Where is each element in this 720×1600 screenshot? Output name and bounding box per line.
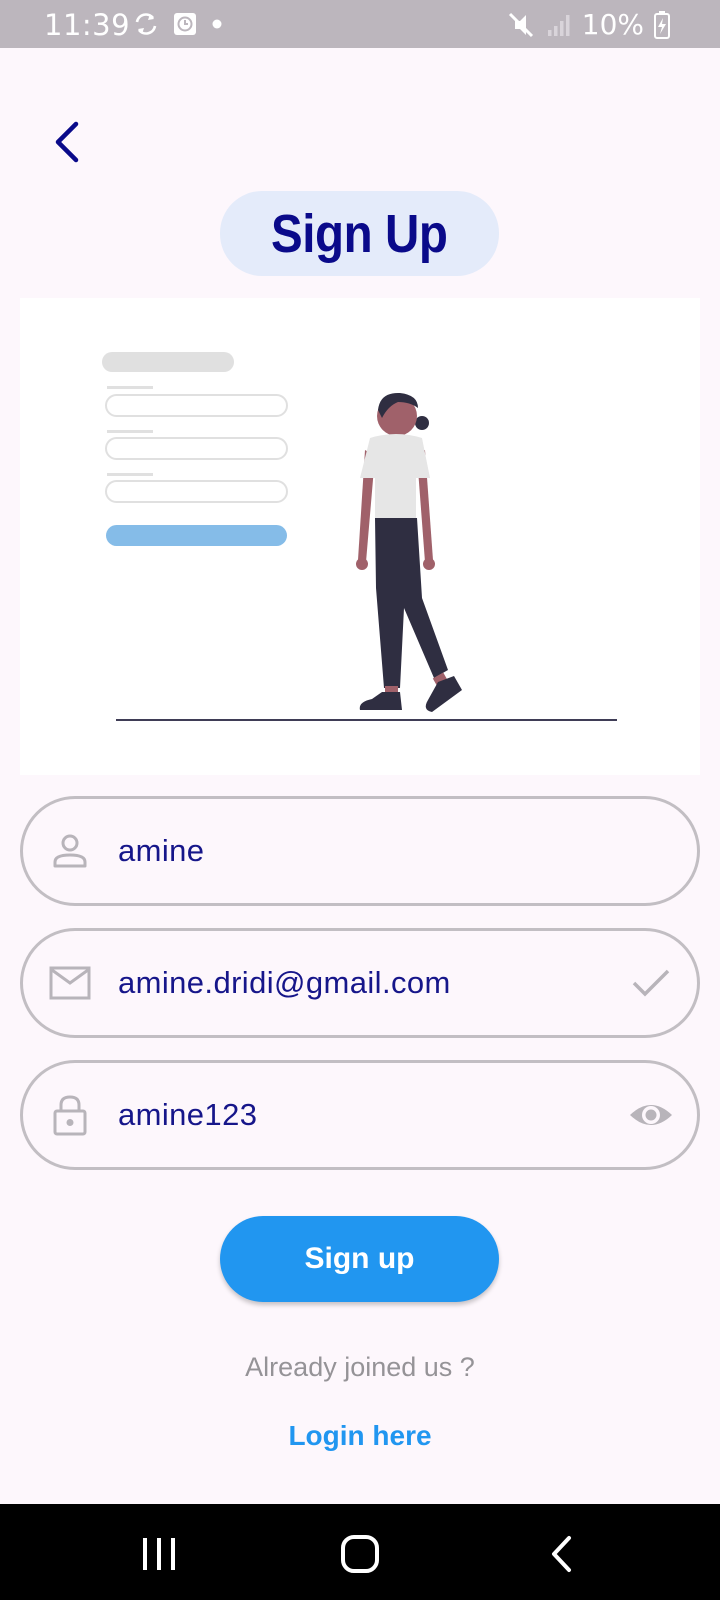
sync-icon [135, 13, 157, 35]
home-icon[interactable] [338, 1532, 382, 1576]
mute-icon [508, 12, 533, 37]
already-joined-text: Already joined us ? [245, 1352, 475, 1382]
login-link[interactable]: Login here [0, 1420, 720, 1452]
check-icon [632, 969, 670, 997]
signup-button[interactable]: Sign up [220, 1216, 499, 1302]
mail-icon [49, 966, 91, 1000]
password-field[interactable]: amine123 [20, 1060, 700, 1170]
chevron-left-icon [55, 121, 79, 163]
status-time: 11:39 [44, 8, 131, 42]
title-pill: Sign Up [220, 191, 499, 276]
lock-icon [53, 1095, 87, 1136]
signup-illustration [102, 352, 617, 721]
dot-icon [212, 19, 222, 29]
form-heading-bar [102, 352, 234, 372]
recent-apps-icon[interactable] [137, 1532, 181, 1576]
password-value: amine123 [118, 1097, 258, 1132]
battery-charging-icon [654, 10, 670, 39]
email-field[interactable]: amine.dridi@gmail.com [20, 928, 700, 1038]
person-figure [356, 392, 462, 712]
page-title: Sign Up [271, 203, 448, 264]
back-button[interactable] [48, 118, 88, 168]
status-right-icons: 10% [506, 8, 670, 41]
signal-icon [547, 14, 570, 36]
system-nav-bar [0, 1504, 720, 1600]
illustration-card [20, 298, 700, 775]
username-value: amine [118, 833, 205, 868]
person-icon [53, 834, 87, 868]
battery-percent: 10% [581, 8, 644, 41]
status-bar: 11:39 10% [0, 0, 720, 48]
back-icon[interactable] [541, 1532, 585, 1576]
status-left-icons [133, 10, 223, 38]
email-value: amine.dridi@gmail.com [118, 965, 451, 1000]
username-field[interactable]: amine [20, 796, 700, 906]
clock-app-icon [174, 13, 196, 35]
eye-icon[interactable] [629, 1093, 673, 1137]
form-submit-bar [106, 525, 287, 546]
